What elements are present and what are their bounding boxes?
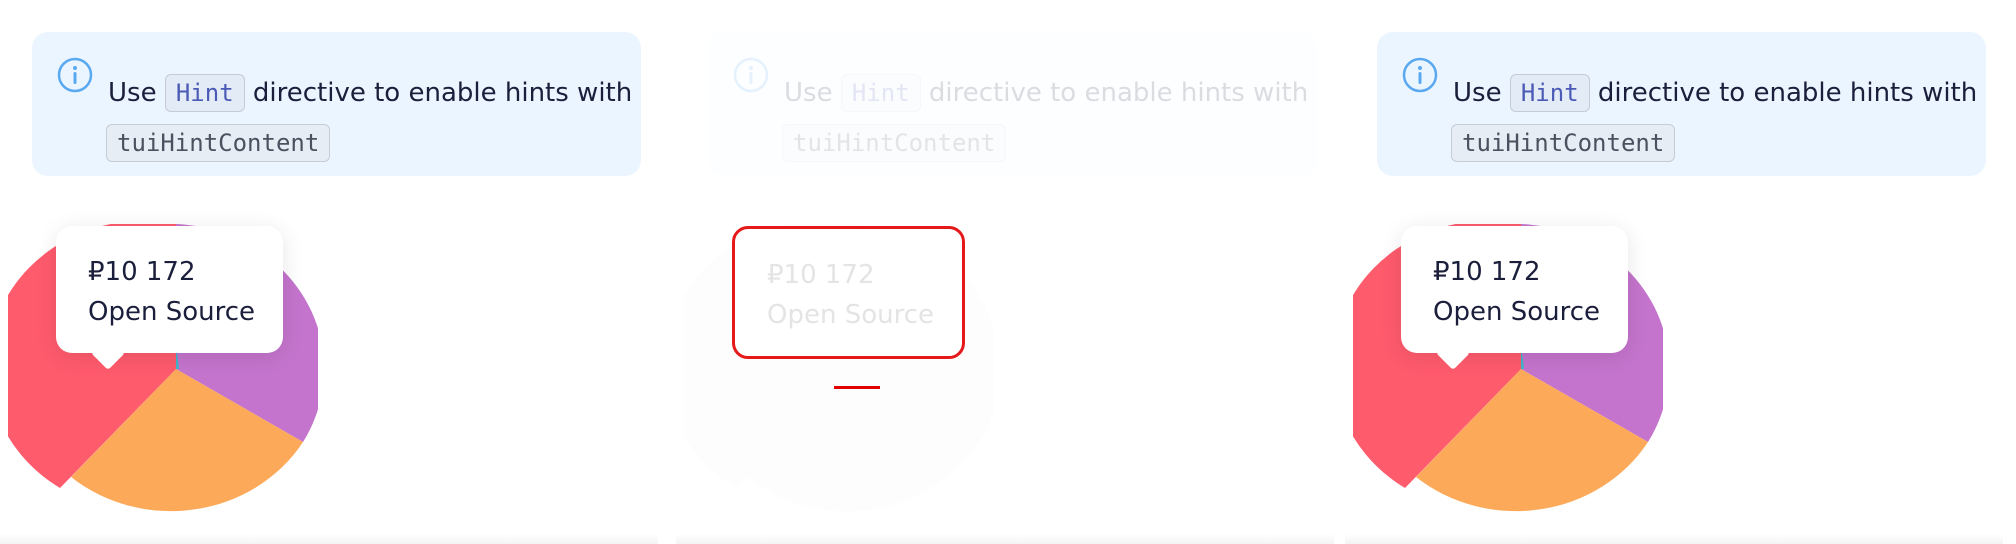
hint-code: Hint	[1509, 74, 1590, 112]
panel-actual: Use Hint directive to enable hints with …	[1345, 0, 2003, 544]
notice-line-2: tuiHintContent	[1451, 118, 1676, 168]
info-icon	[57, 57, 93, 93]
hint-tooltip: ₽10 172 Open Source	[732, 226, 965, 359]
hint-content-code: tuiHintContent	[106, 124, 331, 162]
tooltip-label: Open Source	[767, 300, 935, 330]
notice-line-2: tuiHintContent	[782, 118, 1007, 168]
tooltip-amount: ₽10 172	[88, 257, 196, 287]
panel-shadow	[0, 534, 658, 544]
notice-suffix: directive to enable hints with	[928, 78, 1309, 108]
tooltip-label: Open Source	[88, 297, 256, 327]
hint-notice: Use Hint directive to enable hints with …	[708, 32, 1317, 176]
hint-code: Hint	[164, 74, 245, 112]
hint-notice: Use Hint directive to enable hints with …	[32, 32, 641, 176]
notice-prefix: Use	[784, 78, 833, 108]
panel-diff: Use Hint directive to enable hints with …	[676, 0, 1334, 544]
notice-line-1: Use Hint directive to enable hints with	[784, 68, 1308, 118]
hint-notice: Use Hint directive to enable hints with …	[1377, 32, 1986, 176]
panel-default: Use Hint directive to enable hints with …	[0, 0, 658, 544]
diff-underline	[834, 386, 880, 389]
hint-code: Hint	[840, 74, 921, 112]
info-icon	[1402, 57, 1438, 93]
notice-line-1: Use Hint directive to enable hints with	[1453, 68, 1977, 118]
tooltip-amount: ₽10 172	[767, 260, 875, 290]
tooltip-label: Open Source	[1433, 297, 1601, 327]
hint-content-code: tuiHintContent	[782, 124, 1007, 162]
notice-prefix: Use	[1453, 78, 1502, 108]
notice-suffix: directive to enable hints with	[252, 78, 633, 108]
hint-content-code: tuiHintContent	[1451, 124, 1676, 162]
notice-prefix: Use	[108, 78, 157, 108]
panel-shadow	[1345, 534, 2003, 544]
notice-suffix: directive to enable hints with	[1597, 78, 1978, 108]
notice-line-1: Use Hint directive to enable hints with	[108, 68, 632, 118]
hint-tooltip: ₽10 172 Open Source	[1401, 226, 1628, 370]
tooltip-amount: ₽10 172	[1433, 257, 1541, 287]
hint-tooltip: ₽10 172 Open Source	[56, 226, 283, 370]
info-icon	[733, 57, 769, 93]
notice-line-2: tuiHintContent	[106, 118, 331, 168]
panel-shadow	[676, 534, 1334, 544]
